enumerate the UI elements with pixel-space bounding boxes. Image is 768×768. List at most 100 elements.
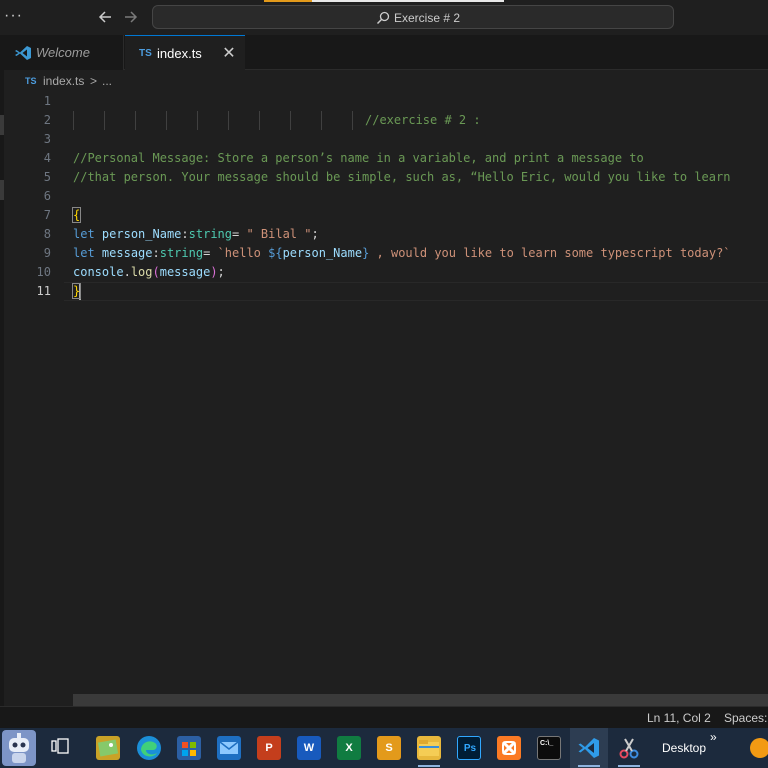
function: log: [130, 265, 153, 279]
punctuation: :: [181, 227, 189, 241]
folder-icon: [419, 740, 439, 756]
indent-guide: [197, 111, 198, 130]
chevron-right-icon[interactable]: »: [710, 730, 717, 744]
xampp-icon[interactable]: [497, 736, 521, 760]
template-open: ${: [268, 246, 283, 260]
xampp-logo-icon: [501, 740, 517, 756]
current-line-highlight: [64, 282, 768, 301]
status-bar: Ln 11, Col 2 Spaces: 4: [0, 706, 768, 728]
code-line-8: let person_Name:string= " Bilal ";: [73, 225, 319, 244]
indent-guide: [135, 111, 136, 130]
keyword: let: [73, 227, 95, 241]
indent-guide: [104, 111, 105, 130]
line-number: 6: [43, 189, 51, 203]
keyword: let: [73, 246, 95, 260]
indent-guide: [290, 111, 291, 130]
line-number: 8: [43, 227, 51, 241]
title-bar: ··· Exercise # 2: [0, 0, 768, 35]
forward-arrow-icon[interactable]: [121, 7, 141, 27]
photos-icon: [97, 739, 119, 757]
line-number-active: 11: [36, 284, 51, 298]
breadcrumb-file[interactable]: index.ts: [43, 70, 84, 92]
back-arrow-icon[interactable]: [95, 7, 115, 27]
vscode-taskbar-icon[interactable]: [577, 736, 601, 760]
chevron-right-icon: >: [90, 74, 98, 88]
running-indicator: [418, 765, 440, 767]
snipping-tool-icon[interactable]: [617, 736, 641, 760]
breadcrumb-symbol[interactable]: ...: [102, 70, 112, 92]
punctuation: .: [123, 265, 131, 279]
tab-welcome-label: Welcome: [36, 45, 90, 60]
command-center-label: Exercise # 2: [394, 11, 461, 25]
window-top-highlight: [264, 0, 504, 2]
task-view-icon[interactable]: [50, 736, 70, 756]
indent-guide: [321, 111, 322, 130]
typescript-file-icon: TS: [25, 76, 37, 86]
string: " Bilal ": [246, 227, 312, 241]
excel-icon[interactable]: X: [337, 736, 361, 760]
code-line-2: //exercise # 2 :: [73, 111, 481, 130]
command-center-search[interactable]: Exercise # 2: [152, 5, 674, 29]
vscode-icon: [15, 46, 31, 60]
close-icon[interactable]: ✕: [221, 36, 237, 71]
photoshop-icon[interactable]: Ps: [457, 736, 481, 760]
desktop-toolbar-label[interactable]: Desktop: [662, 740, 706, 756]
word-glyph: W: [303, 742, 315, 754]
word-icon[interactable]: W: [297, 736, 321, 760]
type: string: [188, 227, 232, 241]
photos-app-icon[interactable]: [96, 736, 120, 760]
mail-app-icon[interactable]: [217, 736, 241, 760]
copilot-robot-icon[interactable]: [2, 730, 36, 766]
running-indicator: [578, 765, 600, 767]
punctuation: :: [152, 246, 160, 260]
edge-browser-icon[interactable]: [137, 736, 161, 760]
powerpoint-icon[interactable]: P: [257, 736, 281, 760]
indentation-setting[interactable]: Spaces: 4: [724, 707, 768, 729]
sublime-glyph: S: [385, 742, 393, 754]
vscode-icon: [578, 738, 599, 758]
excel-glyph: X: [345, 742, 353, 754]
editor-tab-bar: Welcome TS index.ts ✕: [0, 35, 768, 70]
more-actions-icon[interactable]: ···: [4, 8, 23, 24]
variable: person_Name: [101, 227, 182, 241]
running-indicator: [618, 765, 640, 767]
template-variable: person_Name: [282, 246, 363, 260]
robot-icon: [9, 733, 29, 763]
line-number: 9: [43, 246, 51, 260]
string: `hello: [217, 246, 269, 260]
line-number: 5: [43, 170, 51, 184]
open-brace: {: [71, 207, 82, 223]
file-explorer-icon[interactable]: [417, 736, 441, 760]
typescript-file-icon: TS: [139, 48, 152, 59]
microsoft-store-icon[interactable]: [177, 736, 201, 760]
cmd-glyph: C:\_: [540, 740, 554, 747]
operator: =: [232, 227, 247, 241]
horizontal-scrollbar[interactable]: [73, 694, 768, 706]
argument: message: [159, 265, 211, 279]
code-line-4: //Personal Message: Store a person’s nam…: [73, 151, 644, 165]
code-line-11: }: [71, 282, 82, 301]
paren: ): [210, 265, 218, 279]
tab-index-ts[interactable]: TS index.ts ✕: [125, 35, 245, 70]
comment: //exercise # 2 :: [365, 113, 481, 127]
punctuation: ;: [311, 227, 319, 241]
string: , would you like to learn some typescrip…: [369, 246, 731, 260]
line-number: 1: [43, 94, 51, 108]
object: console: [73, 265, 124, 279]
window-top-accent: [264, 0, 312, 2]
text-cursor: [79, 283, 82, 300]
cursor-position[interactable]: Ln 11, Col 2: [647, 707, 711, 729]
code-line-10: console.log(message);: [73, 263, 225, 282]
tab-welcome[interactable]: Welcome: [0, 35, 124, 70]
notification-dot-icon[interactable]: [750, 738, 768, 758]
breadcrumb: TS index.ts > ...: [0, 70, 768, 92]
search-icon: [376, 11, 390, 25]
mail-icon: [219, 741, 239, 754]
code-line-5: //that person. Your message should be si…: [73, 170, 731, 184]
photoshop-glyph: Ps: [463, 743, 477, 754]
command-prompt-icon[interactable]: C:\_: [537, 736, 561, 760]
paren: (: [152, 265, 160, 279]
code-editor[interactable]: 1 2 3 4 5 6 7 8 9 10 11 //exercise # 2 :…: [4, 92, 768, 706]
sublime-text-icon[interactable]: S: [377, 736, 401, 760]
tab-index-ts-label: index.ts: [157, 46, 202, 61]
